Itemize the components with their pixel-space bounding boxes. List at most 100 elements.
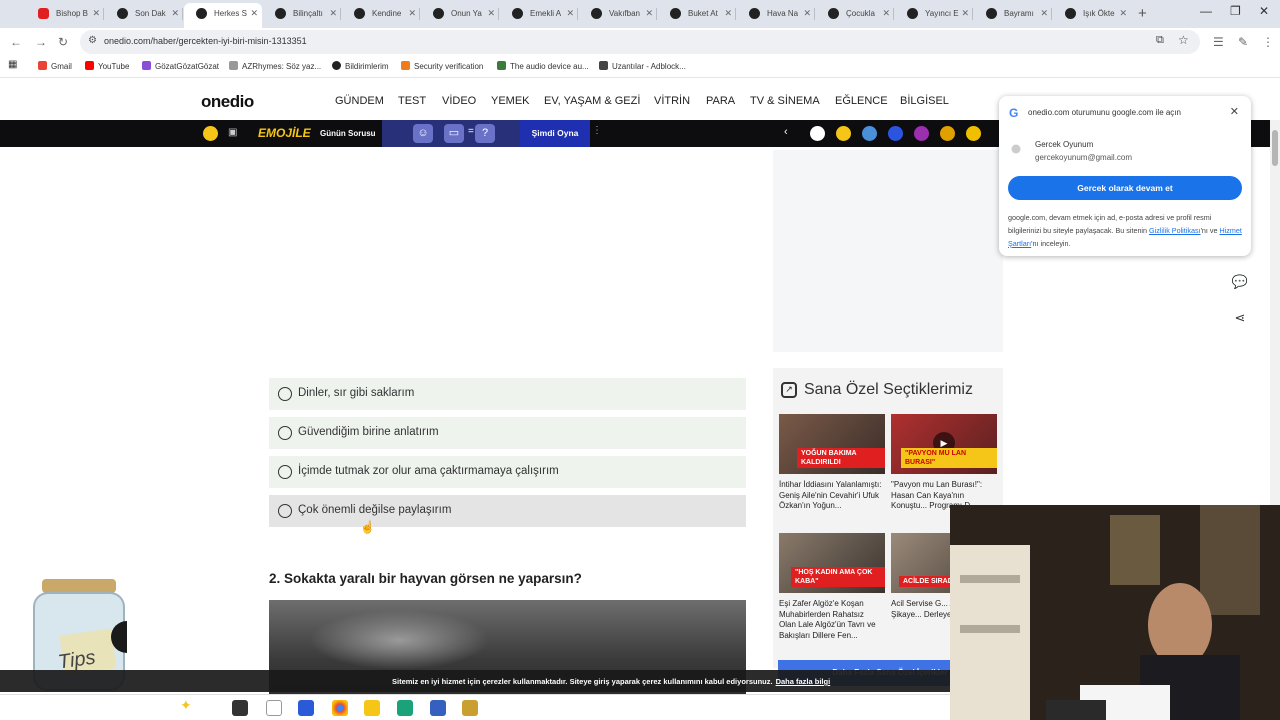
close-tab-icon[interactable]: ✕ bbox=[408, 3, 416, 24]
menu-video[interactable]: VİDEO bbox=[442, 95, 476, 107]
carousel-prev-icon[interactable]: ‹ bbox=[784, 126, 788, 138]
radio-icon[interactable] bbox=[278, 465, 292, 479]
menu-gundem[interactable]: GÜNDEM bbox=[335, 95, 384, 107]
game-snow-icon[interactable] bbox=[862, 126, 877, 141]
minimize-icon[interactable]: — bbox=[1200, 4, 1212, 18]
url-text[interactable]: onedio.com/haber/gercekten-iyi-biri-misi… bbox=[104, 36, 307, 46]
close-tab-icon[interactable]: ✕ bbox=[1119, 3, 1127, 24]
close-tab-icon[interactable]: ✕ bbox=[171, 3, 179, 24]
task-view-icon[interactable] bbox=[232, 700, 248, 716]
browser-tab[interactable]: Onun Ya ✕ bbox=[421, 3, 499, 28]
browser-tab[interactable]: Işık Ökte ✕ bbox=[1053, 3, 1131, 28]
new-tab-button[interactable]: + bbox=[1138, 5, 1147, 22]
menu-ev-yasam-gezi[interactable]: EV, YAŞAM & GEZİ bbox=[544, 95, 640, 107]
browser-tab[interactable]: Buket At ✕ bbox=[658, 3, 736, 28]
browser-tab[interactable]: Yayıncı E ✕ bbox=[895, 3, 973, 28]
game-grid-icon[interactable] bbox=[203, 126, 218, 141]
chrome-icon[interactable] bbox=[332, 700, 348, 716]
close-tab-icon[interactable]: ✕ bbox=[250, 3, 258, 24]
browser-tab-active[interactable]: Herkes S ✕ bbox=[184, 3, 262, 28]
radio-icon[interactable] bbox=[278, 387, 292, 401]
browser-tab[interactable]: Bayramı ✕ bbox=[974, 3, 1052, 28]
share-icon[interactable]: ⋖ bbox=[1230, 310, 1250, 330]
browser-tab[interactable]: Emekli A ✕ bbox=[500, 3, 578, 28]
quiz-option[interactable]: Çok önemli değilse paylaşırım bbox=[269, 495, 746, 527]
forward-icon[interactable]: → bbox=[35, 35, 47, 49]
gamepad-icon[interactable]: ▣ bbox=[228, 127, 237, 138]
emojile-logo[interactable]: EMOJİLE bbox=[258, 126, 311, 140]
card-thumbnail[interactable]: "HOŞ KADIN AMA ÇOK KABA" bbox=[779, 533, 885, 593]
emoji-puzzle[interactable]: ☺ ▭ = ? bbox=[382, 120, 520, 147]
recommendation-card[interactable]: YOĞUN BAKIMA KALDIRILDI İntihar İddiasın… bbox=[779, 414, 885, 524]
continue-as-button[interactable]: Gercek olarak devam et bbox=[1008, 176, 1242, 200]
bookmark-youtube[interactable]: YouTube bbox=[85, 61, 129, 71]
quiz-option[interactable]: Güvendiğim birine anlatırım bbox=[269, 417, 746, 449]
bookmark-gozat[interactable]: GözatGözatGözat bbox=[142, 61, 219, 71]
media-app-icon[interactable] bbox=[397, 700, 413, 716]
scroll-thumb[interactable] bbox=[1272, 130, 1278, 166]
apps-grid-icon[interactable]: ▦ bbox=[8, 59, 17, 70]
live-app-icon[interactable] bbox=[266, 700, 282, 716]
close-tab-icon[interactable]: ✕ bbox=[961, 3, 969, 24]
restore-icon[interactable]: ❐ bbox=[1230, 4, 1241, 18]
browser-menu-icon[interactable]: ⋮ bbox=[1262, 35, 1274, 49]
browser-tab[interactable]: Vakıfban ✕ bbox=[579, 3, 657, 28]
menu-tv-sinema[interactable]: TV & SİNEMA bbox=[750, 95, 820, 107]
close-tab-icon[interactable]: ✕ bbox=[645, 3, 653, 24]
files-app-icon[interactable] bbox=[462, 700, 478, 716]
account-name[interactable]: Gercek Oyunum bbox=[1035, 140, 1093, 149]
close-tab-icon[interactable]: ✕ bbox=[566, 3, 574, 24]
bookmark-adblock[interactable]: Uzantılar - Adblock... bbox=[599, 61, 686, 71]
onedio-logo[interactable]: onedio bbox=[201, 92, 254, 112]
game-ok-icon[interactable] bbox=[810, 126, 825, 141]
site-info-icon[interactable]: ⚙ bbox=[88, 35, 97, 46]
browser-tab[interactable]: Kendine ✕ bbox=[342, 3, 420, 28]
menu-eglence[interactable]: EĞLENCE bbox=[835, 95, 888, 107]
reload-icon[interactable]: ↻ bbox=[58, 35, 68, 49]
quiz-option[interactable]: Dinler, sır gibi saklarım bbox=[269, 378, 746, 410]
bookmark-security[interactable]: Security verification bbox=[401, 61, 483, 71]
game-word-icon[interactable] bbox=[888, 126, 903, 141]
browser-tab[interactable]: Hava Na ✕ bbox=[737, 3, 815, 28]
bookmark-bildirimlerim[interactable]: Bildirimlerim bbox=[332, 61, 389, 71]
close-tab-icon[interactable]: ✕ bbox=[487, 3, 495, 24]
quiz-option[interactable]: İçimde tutmak zor olur ama çaktırmamaya … bbox=[269, 456, 746, 488]
menu-bilgisel[interactable]: BİLGİSEL bbox=[900, 95, 949, 107]
stream-app-icon[interactable] bbox=[430, 700, 446, 716]
menu-test[interactable]: TEST bbox=[398, 95, 426, 107]
bookmark-audio-device[interactable]: The audio device au... bbox=[497, 61, 589, 71]
cookie-more-info-link[interactable]: Daha fazla bilgi bbox=[776, 677, 831, 686]
extensions-icon[interactable]: ✎ bbox=[1238, 35, 1248, 49]
bookmark-star-icon[interactable]: ☆ bbox=[1178, 33, 1189, 47]
play-now-button[interactable]: Şimdi Oyna bbox=[520, 120, 590, 147]
back-icon[interactable]: ← bbox=[10, 35, 22, 49]
recommendation-card[interactable]: "HOŞ KADIN AMA ÇOK KABA" Eşi Zafer Algöz… bbox=[779, 533, 885, 643]
close-tab-icon[interactable]: ✕ bbox=[1040, 3, 1048, 24]
card-thumbnail[interactable]: YOĞUN BAKIMA KALDIRILDI bbox=[779, 414, 885, 474]
radio-icon[interactable] bbox=[278, 504, 292, 518]
game-chain-icon[interactable] bbox=[966, 126, 981, 141]
more-dots-icon[interactable]: ⋮ bbox=[592, 125, 602, 136]
close-tab-icon[interactable]: ✕ bbox=[92, 3, 100, 24]
close-tab-icon[interactable]: ✕ bbox=[882, 3, 890, 24]
browser-tab[interactable]: Bishop B ✕ bbox=[26, 3, 104, 28]
menu-yemek[interactable]: YEMEK bbox=[491, 95, 530, 107]
radio-icon[interactable] bbox=[278, 426, 292, 440]
game-puzzle-icon[interactable] bbox=[914, 126, 929, 141]
menu-para[interactable]: PARA bbox=[706, 95, 735, 107]
browser-tab[interactable]: Son Dak ✕ bbox=[105, 3, 183, 28]
game-crown-icon[interactable] bbox=[940, 126, 955, 141]
calendar-app-icon[interactable] bbox=[298, 700, 314, 716]
address-bar[interactable]: ⚙ onedio.com/haber/gercekten-iyi-biri-mi… bbox=[80, 30, 1200, 54]
bookmark-azrhymes[interactable]: AZRhymes: Söz yaz... bbox=[229, 61, 321, 71]
game-mask-icon[interactable] bbox=[836, 126, 851, 141]
menu-vitrin[interactable]: VİTRİN bbox=[654, 95, 690, 107]
reading-list-icon[interactable]: ☰ bbox=[1213, 35, 1224, 49]
avatar[interactable] bbox=[1011, 144, 1021, 154]
folder-icon[interactable] bbox=[364, 700, 380, 716]
close-window-icon[interactable]: ✕ bbox=[1259, 4, 1269, 18]
privacy-policy-link[interactable]: Gizlilik Politikası bbox=[1149, 226, 1201, 235]
account-email[interactable]: gercekoyunum@gmail.com bbox=[1035, 153, 1132, 162]
browser-tab[interactable]: Çocukla ✕ bbox=[816, 3, 894, 28]
browser-tab[interactable]: Bilinçaltı ✕ bbox=[263, 3, 341, 28]
